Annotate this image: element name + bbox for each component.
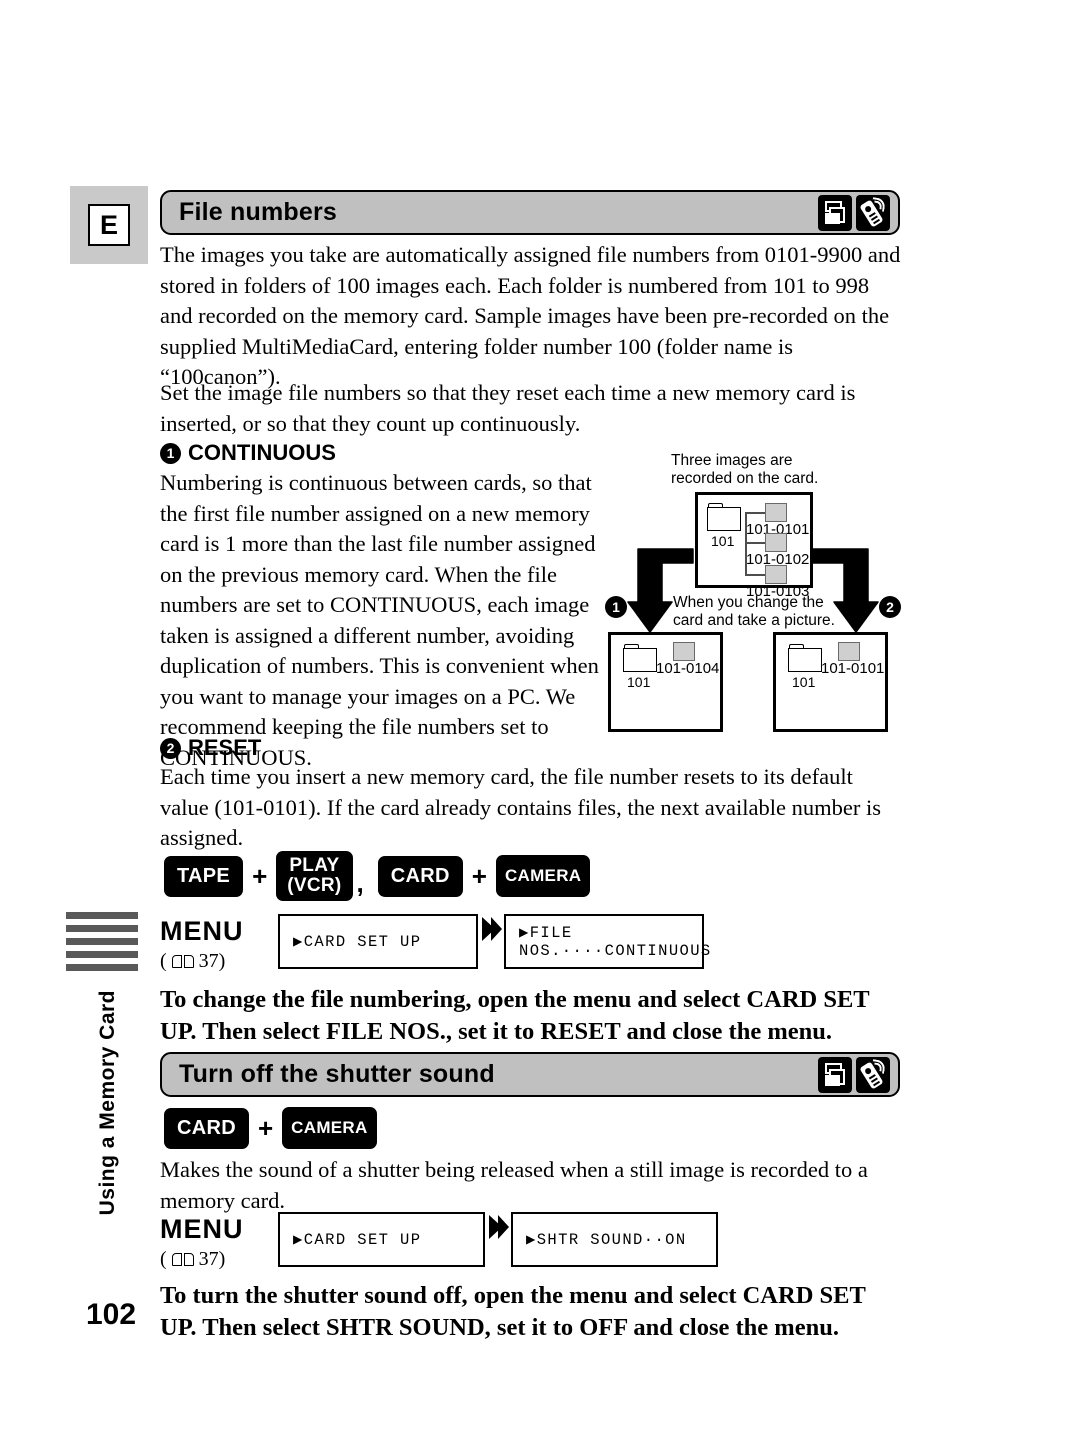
remote-control-icon bbox=[856, 194, 890, 231]
camera-button[interactable]: CAMERA bbox=[282, 1107, 377, 1149]
open-book-icon bbox=[171, 954, 194, 969]
thumbnail-left bbox=[673, 642, 695, 661]
subhead-reset: 2 RESET bbox=[160, 735, 261, 761]
diagram-left-card: 101 101-0104 bbox=[608, 632, 723, 732]
double-chevron-right-icon bbox=[485, 1212, 511, 1242]
diagram-left-folder-label: 101 bbox=[627, 674, 651, 690]
menu-word: MENU bbox=[160, 916, 244, 946]
remote-control-icon bbox=[856, 1056, 890, 1093]
section-title-shutter-sound: Turn off the shutter sound bbox=[179, 1060, 495, 1088]
folder-icon bbox=[788, 644, 822, 672]
folder-icon bbox=[707, 503, 741, 531]
plus-sign: + bbox=[257, 1112, 274, 1143]
comma-separator: , bbox=[356, 868, 364, 898]
menu-page-reference: ( 37) bbox=[160, 950, 278, 973]
thumbnail-2 bbox=[765, 533, 787, 552]
sidebar-chapter-label: Using a Memory Card bbox=[96, 990, 119, 1216]
sidebar-rule-marks bbox=[66, 912, 138, 977]
file-numbering-diagram: Three images are recorded on the card. 10… bbox=[598, 452, 908, 737]
diagram-top-folder-label: 101 bbox=[711, 533, 735, 549]
instruction-file-numbers: To change the file numbering, open the m… bbox=[160, 986, 870, 1045]
diagram-right-file: 101-0101 bbox=[821, 660, 885, 677]
folder-icon bbox=[623, 644, 657, 672]
diagram-caption-mid: When you change the card and take a pictu… bbox=[673, 594, 835, 629]
paren-open: ( bbox=[160, 1248, 167, 1270]
thumbnail-right bbox=[838, 642, 860, 661]
chapter-letter: E bbox=[88, 204, 130, 246]
reset-paragraph: Each time you insert a new memory card, … bbox=[160, 764, 881, 850]
card-camcorder-icon bbox=[818, 1056, 852, 1093]
menu-path-shutter-sound: MENU ( 37) ▶CARD SET UP ▶SHTR SOUND··ON bbox=[160, 1212, 718, 1271]
double-chevron-right-icon bbox=[478, 914, 504, 944]
menu-screen-file-nos[interactable]: ▶FILE NOS.····CONTINUOUS bbox=[504, 914, 710, 969]
chapter-tab: E bbox=[70, 186, 148, 264]
menu-ref-page: 37) bbox=[198, 950, 226, 972]
mode-icon-group bbox=[818, 1056, 890, 1093]
diagram-top-card: 101 101-0101 101-0102 101-0103 bbox=[695, 492, 813, 600]
diagram-left-file: 101-0104 bbox=[656, 660, 720, 677]
intro-paragraph: The images you take are automatically as… bbox=[160, 242, 901, 389]
thumbnail-1 bbox=[765, 503, 787, 522]
card-button[interactable]: CARD bbox=[164, 1107, 249, 1149]
menu-label-group: MENU ( 37) bbox=[160, 914, 278, 973]
mode-button-row-file-numbers: TAPE + PLAY (VCR) , CARD + CAMERA bbox=[164, 851, 591, 901]
open-book-icon bbox=[171, 1252, 194, 1267]
plus-sign: + bbox=[252, 860, 268, 891]
page-number: 102 bbox=[86, 1298, 137, 1331]
menu-screen-card-set-up[interactable]: ▶CARD SET UP bbox=[278, 914, 478, 969]
menu-screen-card-set-up[interactable]: ▶CARD SET UP bbox=[278, 1212, 485, 1267]
subhead-continuous-label: CONTINUOUS bbox=[188, 440, 336, 465]
card-camcorder-icon bbox=[818, 194, 852, 231]
card-button[interactable]: CARD bbox=[377, 855, 463, 897]
menu-ref-page: 37) bbox=[198, 1248, 226, 1270]
play-vcr-button[interactable]: PLAY (VCR) bbox=[276, 851, 353, 901]
mode-icon-group bbox=[818, 194, 890, 231]
diagram-right-folder-label: 101 bbox=[792, 674, 816, 690]
set-numbers-paragraph: Set the image file numbers so that they … bbox=[160, 380, 856, 436]
play-label: PLAY bbox=[289, 855, 340, 876]
page-title: File numbers bbox=[179, 198, 337, 226]
camera-button[interactable]: CAMERA bbox=[495, 855, 591, 897]
bullet-one: 1 bbox=[160, 442, 181, 464]
instruction-shutter-sound: To turn the shutter sound off, open the … bbox=[160, 1282, 866, 1341]
section-header-file-numbers: File numbers bbox=[160, 190, 900, 235]
subhead-continuous: 1 CONTINUOUS bbox=[160, 440, 336, 466]
menu-page-reference: ( 37) bbox=[160, 1248, 278, 1271]
diagram-caption-top: Three images are recorded on the card. bbox=[671, 452, 819, 487]
tape-button[interactable]: TAPE bbox=[164, 855, 244, 897]
diagram-bullet-one: 1 bbox=[605, 596, 627, 618]
thumbnail-3 bbox=[765, 565, 787, 584]
menu-word: MENU bbox=[160, 1214, 244, 1244]
paren-open: ( bbox=[160, 950, 167, 972]
plus-sign: + bbox=[471, 860, 487, 891]
continuous-paragraph: Numbering is continuous between cards, s… bbox=[160, 470, 599, 770]
vcr-label: (VCR) bbox=[287, 875, 342, 896]
diagram-right-card: 101 101-0101 bbox=[773, 632, 888, 732]
menu-label-group: MENU ( 37) bbox=[160, 1212, 278, 1271]
menu-path-file-numbers: MENU ( 37) ▶CARD SET UP ▶FILE NOS.····CO… bbox=[160, 914, 710, 973]
bullet-two: 2 bbox=[160, 737, 181, 759]
subhead-reset-label: RESET bbox=[188, 735, 262, 760]
mode-button-row-shutter-sound: CARD + CAMERA bbox=[164, 1107, 377, 1149]
menu-screen-shtr-sound[interactable]: ▶SHTR SOUND··ON bbox=[511, 1212, 718, 1267]
shutter-sound-paragraph: Makes the sound of a shutter being relea… bbox=[160, 1157, 868, 1213]
section-header-shutter-sound: Turn off the shutter sound bbox=[160, 1052, 900, 1097]
diagram-bullet-two: 2 bbox=[879, 596, 901, 618]
